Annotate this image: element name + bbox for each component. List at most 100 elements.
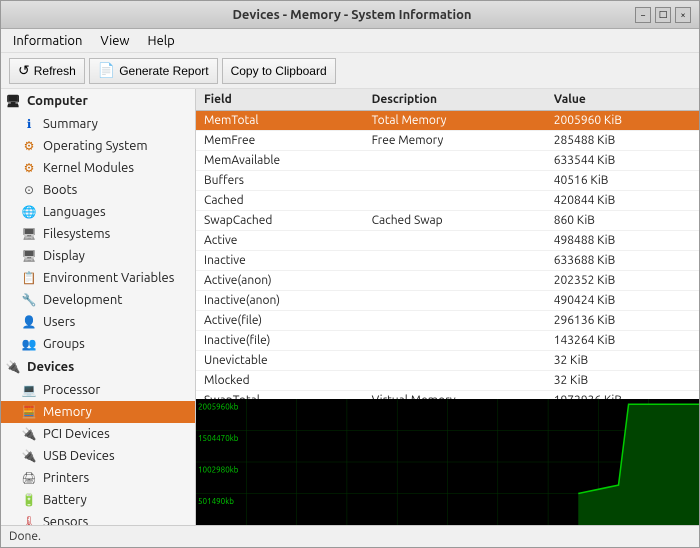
cell-field: MemFree (196, 131, 364, 151)
sidebar-item-env-vars[interactable]: 📋 Environment Variables (1, 267, 195, 289)
cell-description: Free Memory (364, 131, 546, 151)
table-row[interactable]: Inactive(file)143264 KiB (196, 331, 699, 351)
printers-icon: 🖨 (21, 470, 37, 486)
table-row[interactable]: SwapCachedCached Swap860 KiB (196, 211, 699, 231)
table-row[interactable]: MemFreeFree Memory285488 KiB (196, 131, 699, 151)
sidebar-label-env: Environment Variables (43, 271, 174, 285)
sidebar-item-languages[interactable]: 🌐 Languages (1, 201, 195, 223)
sidebar-item-boots[interactable]: ⊙ Boots (1, 179, 195, 201)
cell-description (364, 231, 546, 251)
cell-field: Mlocked (196, 371, 364, 391)
sidebar: 🖥 Computer ℹ Summary ⚙ Operating System … (1, 89, 196, 525)
menu-information[interactable]: Information (5, 32, 90, 50)
sidebar-label-battery: Battery (43, 493, 87, 507)
table-row[interactable]: Inactive(anon)490424 KiB (196, 291, 699, 311)
kernel-icon: ⚙ (21, 160, 37, 176)
refresh-icon: ↺ (18, 62, 30, 79)
cell-description: Virtual Memory (364, 391, 546, 400)
menu-help[interactable]: Help (140, 32, 183, 50)
report-icon: 📄 (98, 62, 115, 79)
sidebar-label-dev: Development (43, 293, 122, 307)
svg-text:501490kb: 501490kb (198, 496, 234, 506)
table-row[interactable]: Active(file)296136 KiB (196, 311, 699, 331)
sidebar-label-display: Display (43, 249, 85, 263)
sidebar-item-users[interactable]: 👤 Users (1, 311, 195, 333)
sidebar-label-kernel: Kernel Modules (43, 161, 134, 175)
window-controls: − □ × (635, 7, 691, 23)
col-field: Field (196, 89, 364, 111)
content-area: Field Description Value MemTotalTotal Me… (196, 89, 699, 525)
sidebar-item-development[interactable]: 🔧 Development (1, 289, 195, 311)
cell-description: Total Memory (364, 111, 546, 131)
menu-view[interactable]: View (92, 32, 137, 50)
sidebar-item-summary[interactable]: ℹ Summary (1, 113, 195, 135)
sidebar-item-pci-devices[interactable]: 🔌 PCI Devices (1, 423, 195, 445)
titlebar: Devices - Memory - System Information − … (1, 1, 699, 29)
maximize-button[interactable]: □ (655, 7, 671, 23)
sidebar-item-processor[interactable]: 💻 Processor (1, 379, 195, 401)
generate-report-button[interactable]: 📄 Generate Report (89, 58, 218, 84)
sidebar-item-sensors[interactable]: 🌡 Sensors (1, 511, 195, 525)
cell-field: Active (196, 231, 364, 251)
sidebar-item-groups[interactable]: 👥 Groups (1, 333, 195, 355)
table-row[interactable]: Cached420844 KiB (196, 191, 699, 211)
sidebar-label-boots: Boots (43, 183, 77, 197)
sidebar-item-display[interactable]: 🖥 Display (1, 245, 195, 267)
svg-text:1002980kb: 1002980kb (198, 464, 239, 474)
memory-chart: 2005960kb 1504470kb 1002980kb 501490kb (196, 399, 699, 525)
sidebar-item-printers[interactable]: 🖨 Printers (1, 467, 195, 489)
sidebar-item-filesystems[interactable]: 🖥 Filesystems (1, 223, 195, 245)
sidebar-label-filesystems: Filesystems (43, 227, 110, 241)
sidebar-item-kernel-modules[interactable]: ⚙ Kernel Modules (1, 157, 195, 179)
cell-value: 143264 KiB (546, 331, 699, 351)
sidebar-label-groups: Groups (43, 337, 85, 351)
table-row[interactable]: MemAvailable633544 KiB (196, 151, 699, 171)
sidebar-label-sensors: Sensors (43, 515, 88, 525)
status-text: Done. (9, 530, 41, 543)
cell-value: 633688 KiB (546, 251, 699, 271)
sidebar-item-operating-system[interactable]: ⚙ Operating System (1, 135, 195, 157)
table-row[interactable]: Inactive633688 KiB (196, 251, 699, 271)
table-row[interactable]: MemTotalTotal Memory2005960 KiB (196, 111, 699, 131)
usb-icon: 🔌 (21, 448, 37, 464)
minimize-button[interactable]: − (635, 7, 651, 23)
cell-field: MemTotal (196, 111, 364, 131)
table-row[interactable]: SwapTotalVirtual Memory1972936 KiB (196, 391, 699, 400)
groups-icon: 👥 (21, 336, 37, 352)
battery-icon: 🔋 (21, 492, 37, 508)
svg-text:1504470kb: 1504470kb (198, 433, 239, 443)
summary-icon: ℹ (21, 116, 37, 132)
users-icon: 👤 (21, 314, 37, 330)
table-row[interactable]: Buffers40516 KiB (196, 171, 699, 191)
cell-value: 420844 KiB (546, 191, 699, 211)
copy-clipboard-button[interactable]: Copy to Clipboard (222, 58, 336, 84)
languages-icon: 🌐 (21, 204, 37, 220)
sidebar-label-pci: PCI Devices (43, 427, 110, 441)
table-row[interactable]: Mlocked32 KiB (196, 371, 699, 391)
main-content: 🖥 Computer ℹ Summary ⚙ Operating System … (1, 89, 699, 525)
menubar: Information View Help (1, 29, 699, 53)
data-table-container[interactable]: Field Description Value MemTotalTotal Me… (196, 89, 699, 399)
cell-description: Cached Swap (364, 211, 546, 231)
col-description: Description (364, 89, 546, 111)
cell-description (364, 371, 546, 391)
sidebar-label-processor: Processor (43, 383, 100, 397)
sidebar-item-usb-devices[interactable]: 🔌 USB Devices (1, 445, 195, 467)
cell-field: SwapTotal (196, 391, 364, 400)
table-row[interactable]: Active(anon)202352 KiB (196, 271, 699, 291)
sidebar-item-battery[interactable]: 🔋 Battery (1, 489, 195, 511)
cell-value: 202352 KiB (546, 271, 699, 291)
cell-value: 498488 KiB (546, 231, 699, 251)
close-button[interactable]: × (675, 7, 691, 23)
cell-description (364, 351, 546, 371)
pci-icon: 🔌 (21, 426, 37, 442)
refresh-button[interactable]: ↺ Refresh (9, 58, 85, 84)
table-row[interactable]: Active 498488 KiB (196, 231, 699, 251)
sidebar-item-memory[interactable]: 🧮 Memory (1, 401, 195, 423)
cell-description (364, 251, 546, 271)
table-row[interactable]: Unevictable32 KiB (196, 351, 699, 371)
sidebar-label-usb: USB Devices (43, 449, 115, 463)
sidebar-devices-section: 🔌 Devices (1, 355, 195, 379)
env-icon: 📋 (21, 270, 37, 286)
dev-icon: 🔧 (21, 292, 37, 308)
